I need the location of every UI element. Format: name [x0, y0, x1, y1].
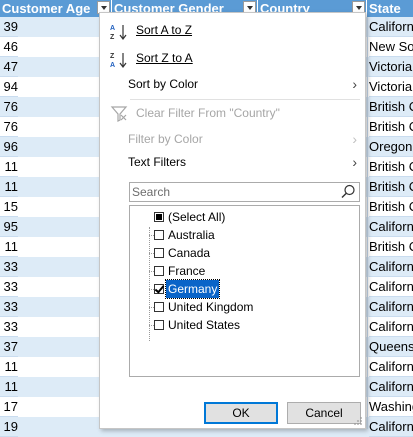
state-cell[interactable]: California	[369, 217, 413, 237]
customer-age-cell[interactable]: 39	[0, 17, 18, 37]
customer-age-cell[interactable]: 11	[0, 157, 18, 177]
state-cell[interactable]: California	[369, 357, 413, 377]
column-header-label: State	[369, 1, 401, 16]
filter-item-label: United Kingdom	[168, 300, 254, 314]
filter-by-color-label: Filter by Color	[128, 132, 203, 146]
state-cell[interactable]: New South Wales	[369, 37, 413, 57]
filter-checkbox[interactable]	[154, 266, 164, 276]
state-cell[interactable]: California	[369, 377, 413, 397]
customer-age-cell[interactable]: 11	[0, 357, 18, 377]
customer-age-cell[interactable]: 17	[0, 397, 18, 417]
clear-filter-item[interactable]: Clear Filter From "Country"	[100, 102, 365, 124]
customer-age-cell[interactable]: 94	[0, 77, 18, 97]
sort-by-color-item[interactable]: Sort by Color ›	[100, 73, 365, 95]
cancel-button[interactable]: Cancel	[287, 402, 361, 424]
customer-age-cell[interactable]: 11	[0, 177, 18, 197]
filter-list-item[interactable]: Canada	[130, 244, 359, 262]
clear-filter-icon	[110, 106, 128, 122]
text-filters-item[interactable]: Text Filters ›	[100, 151, 365, 173]
state-cell[interactable]: British Columbia	[369, 157, 413, 177]
filter-checkbox[interactable]	[154, 212, 164, 222]
state-cell[interactable]: California	[369, 257, 413, 277]
filter-checkbox[interactable]	[154, 248, 164, 258]
filter-list-item[interactable]: United Kingdom	[130, 298, 359, 316]
state-cell[interactable]: California	[369, 317, 413, 337]
svg-text:A: A	[110, 62, 115, 69]
filter-list-item[interactable]: France	[130, 262, 359, 280]
svg-text:A: A	[110, 25, 115, 32]
customer-age-cell[interactable]: 33	[0, 317, 18, 337]
filter-item-label: Australia	[168, 228, 215, 242]
sort-ascending-icon: A Z	[110, 25, 127, 41]
chevron-right-icon: ›	[352, 154, 357, 170]
column-header-label: Customer Age	[2, 1, 91, 16]
state-cell[interactable]: Oregon	[369, 137, 413, 157]
svg-text:Z: Z	[110, 53, 115, 60]
customer-age-cell[interactable]: 11	[0, 377, 18, 397]
filter-item-label: Germany	[164, 279, 221, 299]
state-cell[interactable]: California	[369, 297, 413, 317]
state-cell[interactable]: British Columbia	[369, 177, 413, 197]
sort-a-to-z-label: Sort A to Z	[136, 23, 193, 37]
resize-grip-icon[interactable]	[353, 416, 363, 426]
customer-age-cell[interactable]: 33	[0, 297, 18, 317]
sort-by-color-label: Sort by Color	[128, 77, 199, 91]
state-cell[interactable]: Washington	[369, 397, 413, 417]
customer-age-cell[interactable]: 76	[0, 117, 18, 137]
sort-descending-icon: Z A	[110, 53, 127, 69]
autofilter-menu: A Z Sort A to Z Z A Sort Z to A Sort by …	[99, 12, 366, 429]
customer-age-cell[interactable]: 95	[0, 217, 18, 237]
filter-list-item[interactable]: (Select All)	[130, 208, 359, 226]
state-cell[interactable]: California	[369, 277, 413, 297]
text-filters-label: Text Filters	[128, 155, 187, 169]
customer-age-cell[interactable]: 46	[0, 37, 18, 57]
search-input[interactable]	[132, 184, 332, 200]
state-cell[interactable]: British Columbia	[369, 117, 413, 137]
filter-list-item[interactable]: Germany	[130, 279, 359, 299]
customer-age-cell[interactable]: 33	[0, 277, 18, 297]
filter-checkbox[interactable]	[154, 320, 164, 330]
column-header-customer-age[interactable]: Customer Age	[0, 0, 112, 17]
customer-age-cell[interactable]: 15	[0, 197, 18, 217]
filter-item-label: (Select All)	[168, 210, 226, 224]
ok-button[interactable]: OK	[204, 402, 278, 424]
filter-item-label: United States	[168, 318, 241, 332]
svg-text:Z: Z	[110, 34, 115, 41]
state-cell[interactable]: Queensland	[369, 337, 413, 357]
menu-separator	[130, 99, 360, 100]
filter-checkbox[interactable]	[154, 302, 164, 312]
filter-item-label: France	[168, 264, 206, 278]
filter-checkbox[interactable]	[154, 230, 164, 240]
sort-a-to-z-item[interactable]: A Z Sort A to Z	[100, 19, 365, 41]
sort-z-to-a-label: Sort Z to A	[136, 51, 193, 65]
customer-age-cell[interactable]: 37	[0, 337, 18, 357]
filter-list-item[interactable]: United States	[130, 316, 359, 334]
filter-item-label: Canada	[168, 246, 211, 260]
state-cell[interactable]: Victoria	[369, 57, 413, 77]
sort-z-to-a-item[interactable]: Z A Sort Z to A	[100, 47, 365, 69]
chevron-right-icon: ›	[352, 131, 357, 147]
chevron-right-icon: ›	[352, 76, 357, 92]
customer-age-cell[interactable]: 96	[0, 137, 18, 157]
search-icon	[341, 184, 355, 198]
customer-age-cell[interactable]: 47	[0, 57, 18, 77]
state-cell[interactable]: British Columbia	[369, 97, 413, 117]
filter-search-box[interactable]	[129, 182, 360, 202]
state-cell[interactable]: California	[369, 17, 413, 37]
filter-list-item[interactable]: Australia	[130, 226, 359, 244]
customer-age-cell[interactable]: 33	[0, 257, 18, 277]
state-cell[interactable]: British Columbia	[369, 237, 413, 257]
customer-age-cell[interactable]: 19	[0, 417, 18, 437]
customer-age-cell[interactable]: 76	[0, 97, 18, 117]
column-header-state[interactable]: State	[367, 0, 413, 17]
state-cell[interactable]: Victoria	[369, 77, 413, 97]
customer-age-cell[interactable]: 11	[0, 237, 18, 257]
state-cell[interactable]: British Columbia	[369, 197, 413, 217]
filter-by-color-item[interactable]: Filter by Color ›	[100, 128, 365, 150]
filter-checkbox[interactable]	[154, 284, 164, 294]
clear-filter-label: Clear Filter From "Country"	[136, 106, 280, 120]
state-cell[interactable]: California	[369, 417, 413, 437]
filter-value-list: (Select All) Australia Canada France Germany…	[129, 205, 360, 377]
column-gridline	[367, 17, 368, 429]
